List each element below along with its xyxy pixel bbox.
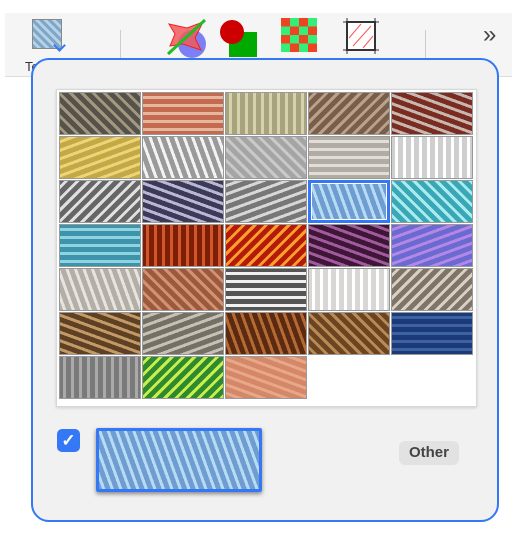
texture-swatch[interactable] [142,92,224,135]
texture-swatch[interactable] [142,356,224,399]
texture-swatch[interactable] [59,268,141,311]
texture-swatch[interactable] [142,268,224,311]
other-button[interactable]: Other [399,441,459,465]
texture-swatch[interactable] [142,136,224,179]
texture-popover: ✓ Other [31,58,499,522]
texture-swatch[interactable] [59,224,141,267]
texture-swatch[interactable] [391,180,473,223]
texture-swatch[interactable] [59,312,141,355]
texture-swatch[interactable] [225,92,307,135]
checker-pattern-icon[interactable] [281,18,317,52]
texture-swatch[interactable] [142,224,224,267]
texture-swatch[interactable] [391,268,473,311]
texture-swatch[interactable] [225,224,307,267]
texture-swatch[interactable] [59,136,141,179]
selected-texture-preview[interactable] [96,428,262,492]
texture-grid [56,89,477,407]
texture-swatch[interactable] [391,92,473,135]
texture-swatch[interactable] [59,356,141,399]
texture-swatch[interactable] [308,268,390,311]
texture-swatch[interactable] [308,312,390,355]
texture-swatch[interactable] [308,224,390,267]
texture-swatch[interactable] [391,136,473,179]
texture-swatch[interactable] [142,180,224,223]
texture-swatch[interactable] [225,356,307,399]
texture-swatch[interactable] [391,312,473,355]
texture-swatch[interactable] [225,312,307,355]
texture-swatch[interactable] [225,268,307,311]
hatch-frame-icon[interactable] [343,18,379,54]
texture-swatch[interactable] [308,92,390,135]
texture-swatch[interactable] [225,180,307,223]
texture-swatch[interactable] [59,180,141,223]
more-tools-button[interactable]: » [483,21,496,49]
texture-swatch[interactable] [391,224,473,267]
texture-swatch[interactable] [308,136,390,179]
no-fill-shape-icon[interactable] [165,18,210,58]
texture-swatch[interactable] [142,312,224,355]
texture-swatch[interactable] [308,180,390,223]
texture-swatch[interactable] [59,92,141,135]
use-texture-checkbox[interactable]: ✓ [57,429,80,452]
texture-swatch[interactable] [225,136,307,179]
sphere-box-icon[interactable] [217,18,259,58]
